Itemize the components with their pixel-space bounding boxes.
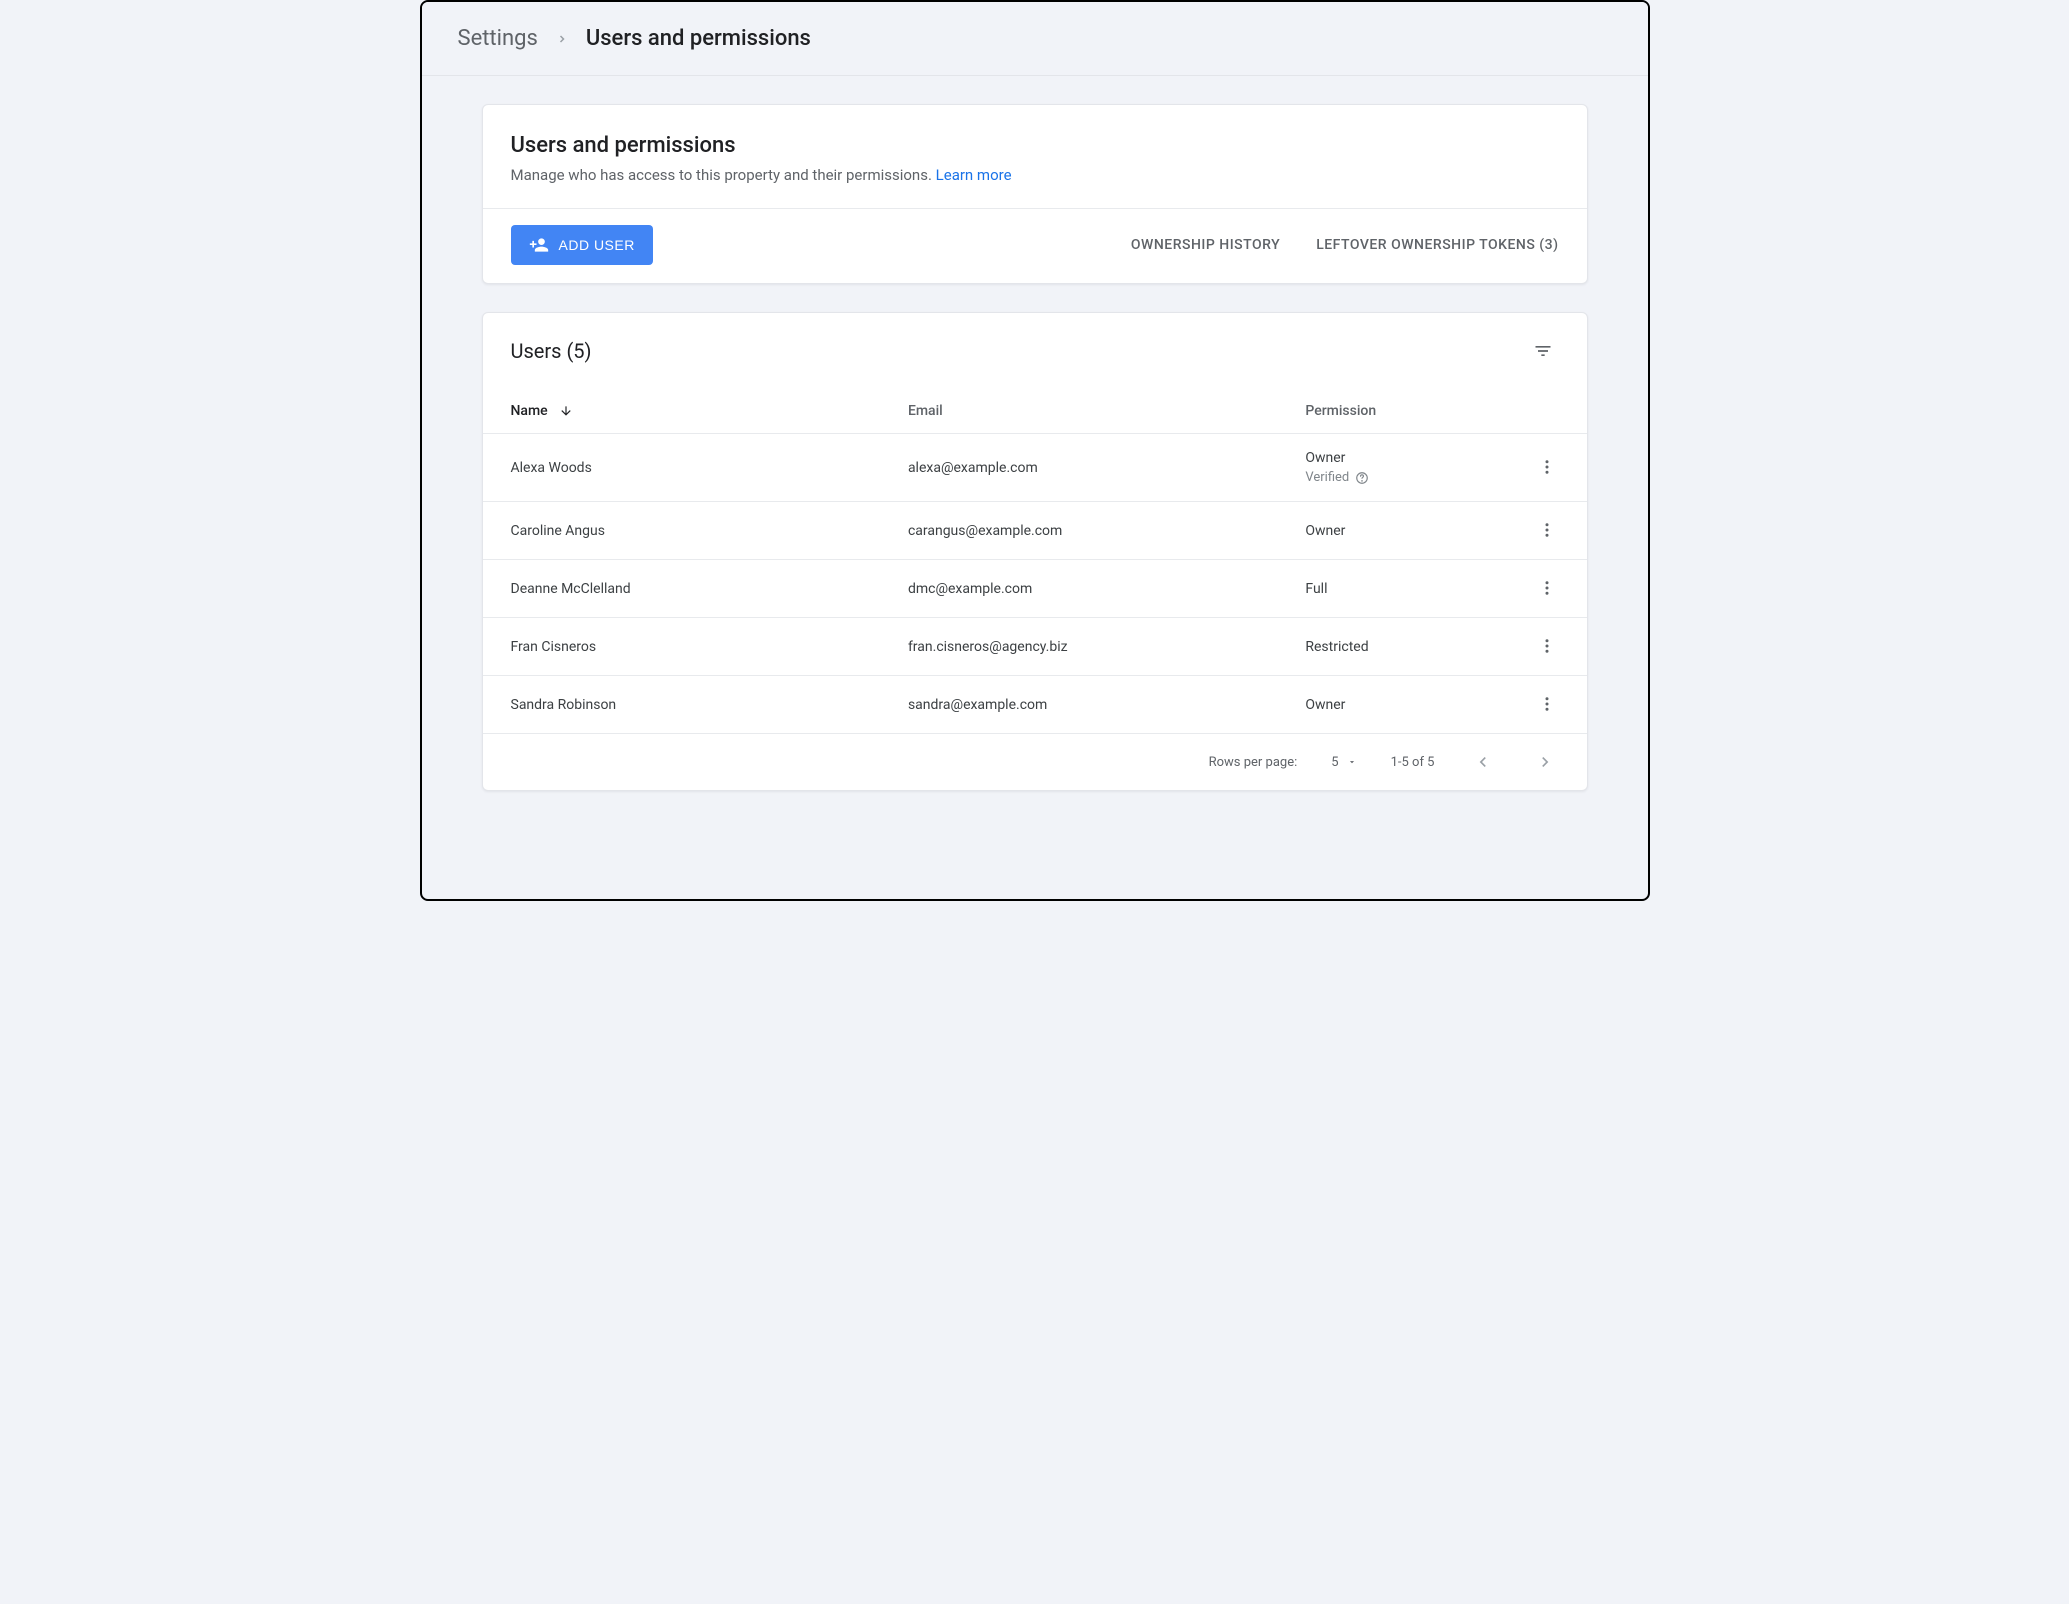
users-table: Name Email Permission Alexa Woodsalexa@e… xyxy=(483,381,1587,734)
chevron-right-icon xyxy=(556,33,568,45)
breadcrumb: Settings Users and permissions xyxy=(422,2,1648,76)
breadcrumb-current: Users and permissions xyxy=(586,26,811,51)
row-menu-button[interactable] xyxy=(1535,692,1559,716)
cell-email: carangus@example.com xyxy=(880,502,1277,560)
cell-permission: Restricted xyxy=(1277,618,1498,676)
rows-per-page-value: 5 xyxy=(1331,755,1338,770)
cell-email: fran.cisneros@agency.biz xyxy=(880,618,1277,676)
table-row: Deanne McClellanddmc@example.comFull xyxy=(483,560,1587,618)
pagination-range: 1-5 of 5 xyxy=(1391,755,1435,770)
cell-permission: Owner xyxy=(1277,676,1498,734)
row-menu-button[interactable] xyxy=(1535,576,1559,600)
cell-name: Sandra Robinson xyxy=(483,676,880,734)
add-user-label: Add user xyxy=(559,237,635,253)
cell-email: dmc@example.com xyxy=(880,560,1277,618)
dropdown-icon xyxy=(1347,757,1357,767)
table-row: Caroline Anguscarangus@example.comOwner xyxy=(483,502,1587,560)
cell-permission: OwnerVerified xyxy=(1277,434,1498,502)
col-name-label: Name xyxy=(511,403,548,419)
rows-per-page-select[interactable]: 5 xyxy=(1331,755,1356,770)
prev-page-button[interactable] xyxy=(1469,748,1497,776)
help-icon[interactable] xyxy=(1355,471,1369,485)
breadcrumb-root[interactable]: Settings xyxy=(458,26,538,51)
verified-badge: Verified xyxy=(1305,470,1470,485)
column-header-name[interactable]: Name xyxy=(483,381,880,434)
cell-name: Caroline Angus xyxy=(483,502,880,560)
row-menu-button[interactable] xyxy=(1535,518,1559,542)
page-subtitle: Manage who has access to this property a… xyxy=(511,166,1559,184)
row-menu-button[interactable] xyxy=(1535,455,1559,479)
add-user-button[interactable]: Add user xyxy=(511,225,653,265)
cell-email: sandra@example.com xyxy=(880,676,1277,734)
header-card: Users and permissions Manage who has acc… xyxy=(482,104,1588,284)
pagination: Rows per page: 5 1-5 of 5 xyxy=(483,734,1587,790)
table-row: Fran Cisnerosfran.cisneros@agency.bizRes… xyxy=(483,618,1587,676)
next-page-button[interactable] xyxy=(1531,748,1559,776)
column-header-email[interactable]: Email xyxy=(880,381,1277,434)
ownership-history-link[interactable]: Ownership history xyxy=(1131,237,1280,253)
row-menu-button[interactable] xyxy=(1535,634,1559,658)
cell-name: Fran Cisneros xyxy=(483,618,880,676)
rows-per-page-label: Rows per page: xyxy=(1209,755,1298,770)
cell-permission: Owner xyxy=(1277,502,1498,560)
cell-name: Deanne McClelland xyxy=(483,560,880,618)
users-card: Users (5) Name Email Perm xyxy=(482,312,1588,791)
cell-email: alexa@example.com xyxy=(880,434,1277,502)
cell-name: Alexa Woods xyxy=(483,434,880,502)
page-title: Users and permissions xyxy=(511,133,1559,158)
subtitle-text: Manage who has access to this property a… xyxy=(511,166,932,184)
filter-icon[interactable] xyxy=(1527,335,1559,367)
table-row: Alexa Woodsalexa@example.comOwnerVerifie… xyxy=(483,434,1587,502)
person-add-icon xyxy=(529,235,549,255)
leftover-tokens-link[interactable]: Leftover ownership tokens (3) xyxy=(1316,237,1558,253)
column-header-permission[interactable]: Permission xyxy=(1277,381,1498,434)
cell-permission: Full xyxy=(1277,560,1498,618)
users-title: Users (5) xyxy=(511,339,592,363)
table-row: Sandra Robinsonsandra@example.comOwner xyxy=(483,676,1587,734)
arrow-down-icon xyxy=(559,404,573,418)
learn-more-link[interactable]: Learn more xyxy=(936,166,1012,184)
